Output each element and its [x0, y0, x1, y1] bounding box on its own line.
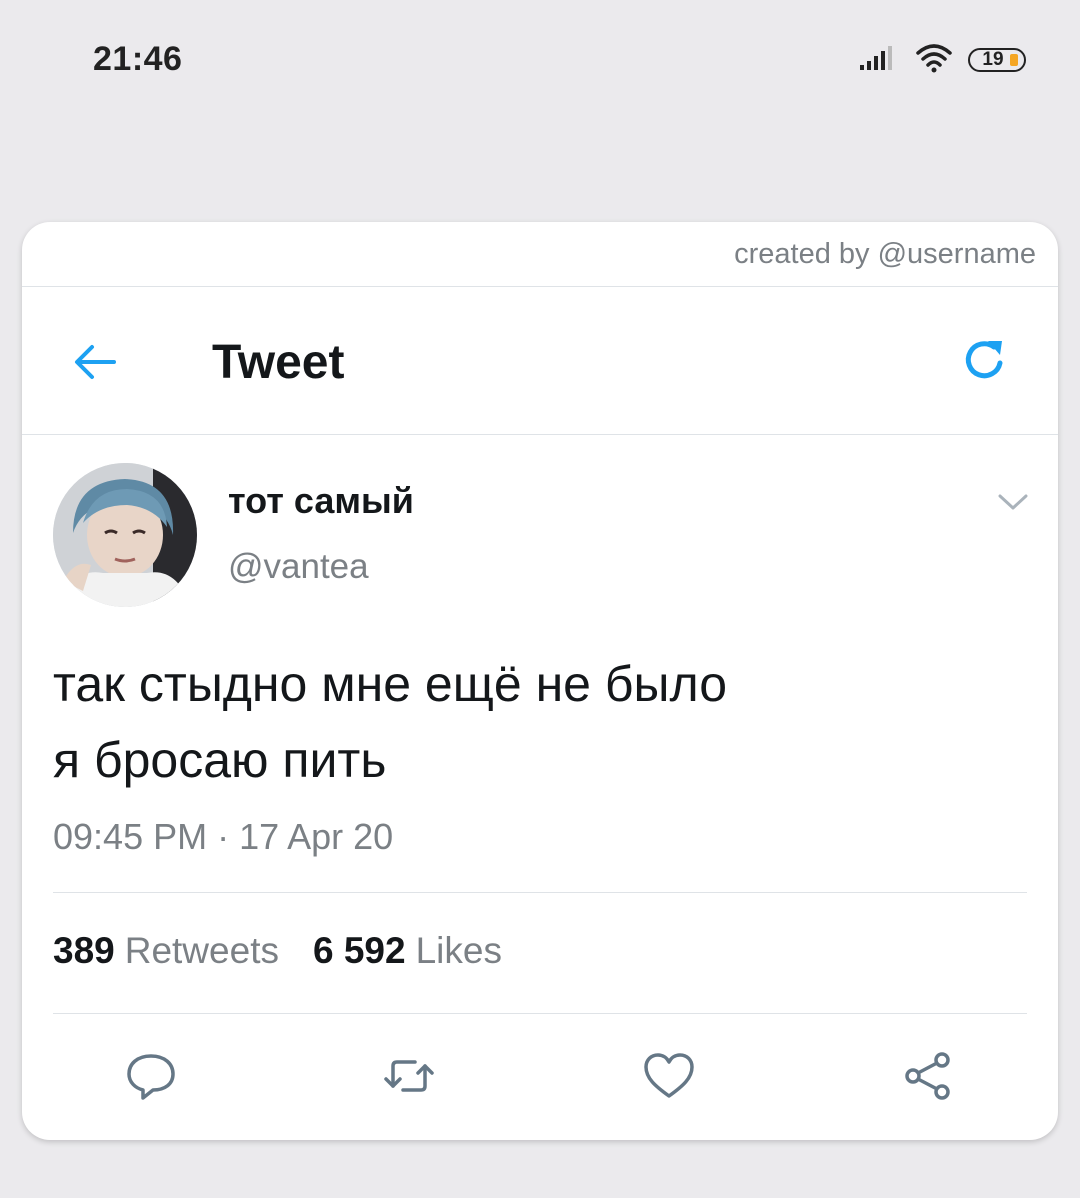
refresh-icon [965, 341, 1003, 379]
battery-icon: 19 [968, 47, 1034, 73]
like-button[interactable] [641, 1048, 697, 1104]
share-button[interactable] [901, 1048, 957, 1104]
status-icons: 19 [858, 42, 1034, 78]
chevron-down-icon [998, 494, 1028, 510]
retweets-count: 389 [53, 930, 115, 971]
arrow-left-icon [75, 345, 116, 379]
clock: 21:46 [93, 40, 183, 78]
heart-icon [644, 1053, 694, 1098]
retweet-button[interactable] [381, 1048, 437, 1104]
refresh-button[interactable] [960, 335, 1010, 385]
reply-button[interactable] [123, 1048, 179, 1104]
back-button[interactable] [70, 337, 120, 387]
tweet-line: так стыдно мне ещё не было [53, 656, 727, 712]
tweet-stats: 389 Retweets 6 592 Likes [53, 930, 502, 972]
likes-label: Likes [415, 930, 502, 971]
tweet-header: Tweet [22, 287, 1058, 435]
avatar[interactable] [53, 463, 197, 607]
tweet-card: created by @username Tweet тот самый @va… [22, 222, 1058, 1140]
status-bar: 21:46 19 [0, 0, 1080, 120]
more-options-button[interactable] [996, 490, 1030, 514]
share-icon [905, 1052, 950, 1100]
tweet-text: так стыдно мне ещё не было я бросаю пить [53, 646, 1013, 798]
cellular-signal-icon [858, 45, 900, 76]
credit-text: created by @username [734, 238, 1036, 270]
retweet-icon [384, 1060, 434, 1092]
display-name[interactable]: тот самый [228, 480, 414, 522]
likes-count: 6 592 [312, 930, 406, 971]
battery-percent: 19 [982, 49, 1004, 70]
reply-icon [127, 1054, 175, 1100]
retweets-stat[interactable]: 389 Retweets [53, 930, 279, 972]
divider [53, 892, 1027, 893]
tweet-timestamp[interactable]: 09:45 PM · 17 Apr 20 [53, 816, 393, 858]
tweet-line: я бросаю пить [53, 732, 387, 788]
page-title: Tweet [212, 336, 345, 389]
retweets-label: Retweets [124, 930, 279, 971]
likes-stat[interactable]: 6 592 Likes [313, 930, 502, 972]
wifi-icon [914, 43, 954, 78]
battery-level [1010, 54, 1018, 66]
divider [53, 1013, 1027, 1014]
username-handle[interactable]: @vantea [228, 547, 369, 587]
credit-row: created by @username [22, 222, 1058, 287]
